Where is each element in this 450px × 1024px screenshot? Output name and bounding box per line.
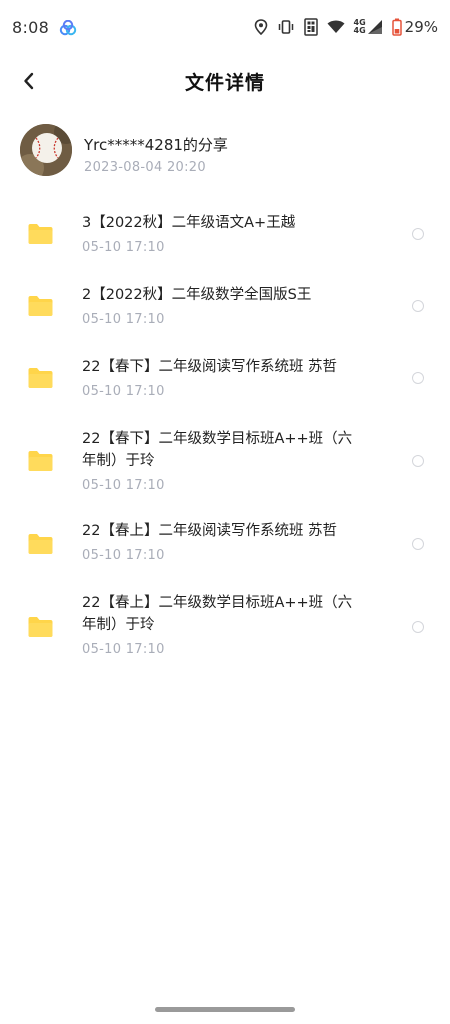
file-name: 22【春上】二年级阅读写作系统班 苏哲 [82,523,338,539]
select-radio[interactable] [412,372,424,384]
header: 文件详情 [0,56,450,106]
file-name: 2【2022秋】二年级数学全国版S王 [82,287,312,303]
network-type-bottom: 4G [353,26,366,35]
status-bar: 8:08 4G 4G 29% [0,0,450,56]
wifi-icon [327,20,345,34]
folder-icon [27,295,54,317]
avatar[interactable] [20,124,72,176]
file-item[interactable]: 2【2022秋】二年级数学全国版S王 05-10 17:10 [0,268,450,340]
status-time: 8:08 [12,18,50,37]
status-icons: 4G 4G 29% [254,17,438,37]
file-date: 05-10 17:10 [82,642,165,657]
nfc-icon [303,18,318,36]
signal-icon: 4G 4G [354,19,383,35]
location-icon [254,19,268,35]
select-radio[interactable] [412,455,424,467]
file-item[interactable]: 22【春下】二年级数学目标班A++班（六年制）于玲 05-10 17:10 [0,412,450,508]
file-item[interactable]: 22【春上】二年级数学目标班A++班（六年制）于玲 05-10 17:10 [0,580,450,676]
folder-icon [27,450,54,472]
file-item[interactable]: 3【2022秋】二年级语文A+王越 05-10 17:10 [0,196,450,268]
select-radio[interactable] [412,228,424,240]
folder-icon [27,223,54,245]
folder-icon [27,533,54,555]
select-radio[interactable] [412,538,424,550]
file-item[interactable]: 22【春下】二年级阅读写作系统班 苏哲 05-10 17:10 [0,340,450,412]
folder-icon [27,616,54,638]
file-date: 05-10 17:10 [82,312,165,327]
share-time: 2023-08-04 20:20 [84,160,206,175]
file-date: 05-10 17:10 [82,478,165,493]
home-indicator[interactable] [155,1007,295,1012]
file-item[interactable]: 22【春上】二年级阅读写作系统班 苏哲 05-10 17:10 [0,508,450,580]
file-date: 05-10 17:10 [82,384,165,399]
file-name: 22【春下】二年级阅读写作系统班 苏哲 [82,359,338,375]
file-name: 22【春下】二年级数学目标班A++班（六年制）于玲 [82,431,353,469]
app-notification-icon [58,19,78,36]
file-date: 05-10 17:10 [82,548,165,563]
file-name: 22【春上】二年级数学目标班A++班（六年制）于玲 [82,595,353,633]
file-name: 3【2022秋】二年级语文A+王越 [82,215,296,231]
select-radio[interactable] [412,621,424,633]
page-title: 文件详情 [184,72,265,94]
vibrate-icon [277,19,295,35]
share-title: Yrc*****4281的分享 [84,136,228,154]
battery-percent: 29% [404,18,438,36]
battery-icon: 29% [391,18,438,36]
select-radio[interactable] [412,300,424,312]
folder-icon [27,367,54,389]
file-date: 05-10 17:10 [82,240,165,255]
share-info: Yrc*****4281的分享 2023-08-04 20:20 [20,122,430,180]
